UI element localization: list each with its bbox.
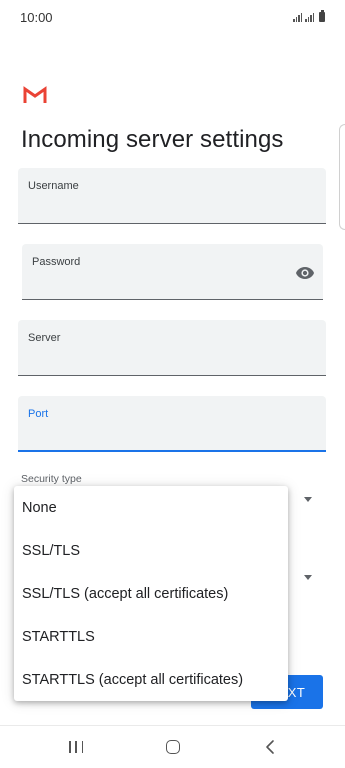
chevron-down-icon[interactable] [304,575,312,580]
battery-icon [319,10,325,22]
security-type-label: Security type [21,473,82,485]
recents-icon[interactable] [69,741,83,753]
home-icon[interactable] [166,740,180,754]
menu-item-starttls-accept-all[interactable]: STARTTLS (accept all certificates) [14,658,288,701]
gmail-logo-icon [23,86,47,103]
back-icon[interactable] [262,738,280,756]
status-bar: 10:00 [0,0,345,34]
navigation-bar [0,725,345,768]
page-title: Incoming server settings [21,126,284,153]
scroll-indicator[interactable] [339,124,345,230]
server-field[interactable]: Server [18,320,326,376]
menu-item-ssl-tls-accept-all[interactable]: SSL/TLS (accept all certificates) [14,572,288,615]
username-label: Username [28,180,79,192]
password-label: Password [32,256,81,268]
chevron-down-icon[interactable] [304,497,312,502]
server-label: Server [28,332,61,344]
signal-icon [293,12,302,22]
eye-icon[interactable] [295,266,315,280]
status-icons [293,10,325,22]
port-label: Port [28,408,49,420]
menu-item-none[interactable]: None [14,486,288,529]
status-time: 10:00 [20,10,53,25]
port-field[interactable]: Port [18,396,326,452]
menu-item-starttls[interactable]: STARTTLS [14,615,288,658]
password-field[interactable]: Password [22,244,323,300]
security-type-menu: None SSL/TLS SSL/TLS (accept all certifi… [14,486,288,701]
username-field[interactable]: Username [18,168,326,224]
menu-item-ssl-tls[interactable]: SSL/TLS [14,529,288,572]
signal-icon [305,12,314,22]
